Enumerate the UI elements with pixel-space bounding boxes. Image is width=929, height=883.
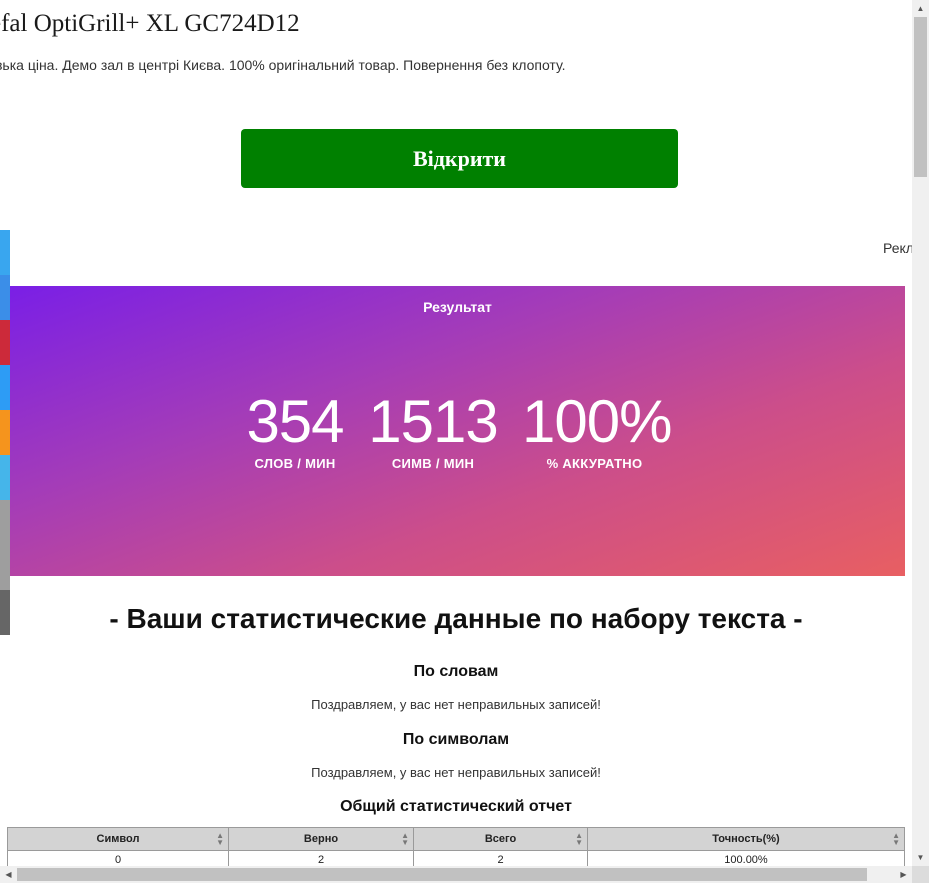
column-header-label: Верно bbox=[303, 833, 339, 845]
ad-open-button[interactable]: Відкрити bbox=[241, 129, 678, 188]
print-share-button[interactable] bbox=[0, 545, 10, 590]
horizontal-scroll-thumb[interactable] bbox=[17, 868, 867, 881]
facebook-share-button[interactable] bbox=[0, 275, 10, 320]
vertical-scroll-thumb[interactable] bbox=[914, 17, 927, 177]
vk-share-button[interactable] bbox=[0, 410, 10, 455]
result-heading: Результат bbox=[423, 299, 492, 315]
column-header-total[interactable]: Всего ▲ ▼ bbox=[413, 827, 588, 851]
accuracy-label: % АККУРАТНО bbox=[546, 456, 643, 471]
scroll-up-icon[interactable]: ▲ bbox=[912, 0, 929, 17]
wpm-label: СЛОВ / МИН bbox=[254, 456, 336, 471]
horizontal-scrollbar[interactable]: ◀ ▶ bbox=[0, 866, 912, 883]
messenger-share-button[interactable] bbox=[0, 365, 10, 410]
ad-title[interactable]: efal OptiGrill+ XL GC724D12 bbox=[0, 10, 300, 38]
accuracy-stat: 100% % АККУРАТНО bbox=[522, 386, 672, 471]
wpm-stat: 354 СЛОВ / МИН bbox=[245, 386, 345, 471]
report-heading: Общий статистический отчет bbox=[340, 798, 572, 815]
scroll-right-icon[interactable]: ▶ bbox=[895, 866, 912, 883]
sort-icon: ▲ ▼ bbox=[575, 831, 583, 847]
scrollbar-corner bbox=[912, 866, 929, 883]
scroll-down-icon[interactable]: ▼ bbox=[912, 849, 929, 866]
wpm-value: 354 bbox=[246, 388, 344, 455]
column-header-label: Точность(%) bbox=[712, 833, 780, 845]
report-table: Символ ▲ ▼ Верно ▲ ▼ Всего ▲ ▼ Точность(%) … bbox=[7, 827, 905, 870]
by-chars-heading: По символам bbox=[402, 731, 510, 748]
social-share-bar bbox=[0, 230, 10, 635]
scroll-left-icon[interactable]: ◀ bbox=[0, 866, 17, 883]
ad-label: Рекл bbox=[883, 240, 914, 256]
column-header-label: Символ bbox=[96, 833, 140, 845]
sort-icon: ▲ ▼ bbox=[401, 831, 409, 847]
pinterest-share-button[interactable] bbox=[0, 320, 10, 365]
column-header-correct[interactable]: Верно ▲ ▼ bbox=[228, 827, 414, 851]
cpm-label: СИМВ / МИН bbox=[391, 456, 475, 471]
email-share-button[interactable] bbox=[0, 500, 10, 545]
sort-icon: ▲ ▼ bbox=[216, 831, 224, 847]
by-words-text: Поздравляем, у вас нет неправильных запи… bbox=[311, 697, 601, 712]
column-header-accuracy[interactable]: Точность(%) ▲ ▼ bbox=[587, 827, 905, 851]
accuracy-value: 100% bbox=[522, 388, 672, 455]
column-header-label: Всего bbox=[484, 833, 517, 845]
cpm-stat: 1513 СИМВ / МИН bbox=[367, 386, 499, 471]
telegram-share-button[interactable] bbox=[0, 455, 10, 500]
by-words-heading: По словам bbox=[413, 663, 499, 680]
ad-description: зька ціна. Демо зал в центрі Києва. 100%… bbox=[0, 57, 566, 73]
twitter-share-button[interactable] bbox=[0, 230, 10, 275]
column-header-symbol[interactable]: Символ ▲ ▼ bbox=[7, 827, 229, 851]
result-panel: Результат 354 СЛОВ / МИН 1513 СИМВ / МИН… bbox=[10, 286, 905, 576]
sort-icon: ▲ ▼ bbox=[892, 831, 900, 847]
vertical-scrollbar[interactable]: ▲ ▼ bbox=[912, 0, 929, 866]
stats-section-title: - Ваши статистические данные по набору т… bbox=[109, 603, 803, 634]
cpm-value: 1513 bbox=[368, 388, 498, 455]
by-chars-text: Поздравляем, у вас нет неправильных запи… bbox=[311, 765, 601, 780]
